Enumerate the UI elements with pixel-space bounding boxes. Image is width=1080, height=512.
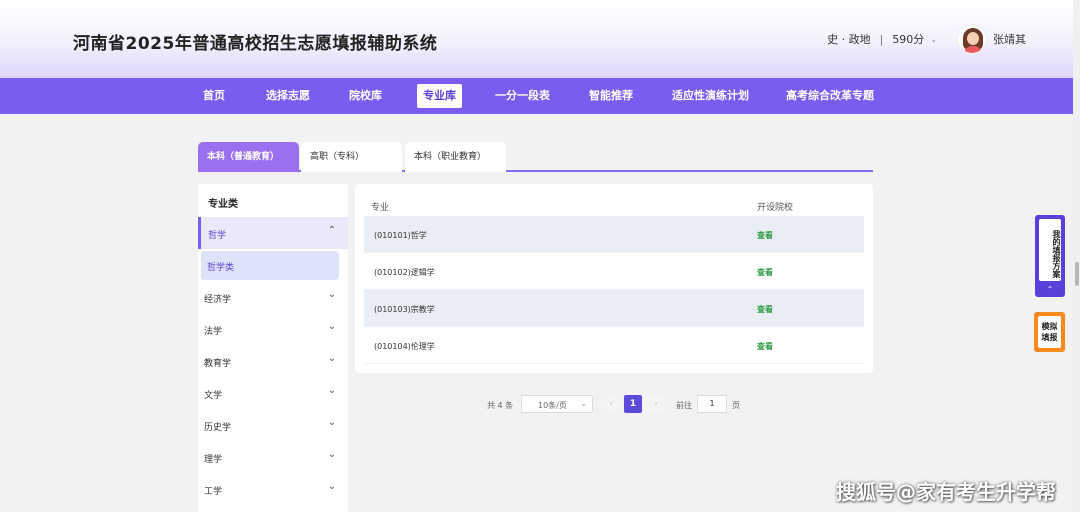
nav-score-table[interactable]: 一分一段表 xyxy=(489,84,556,108)
header: 河南省2025年普通高校招生志愿填报辅助系统 史 · 政地 | 590分 ⌄ 张… xyxy=(0,0,1080,78)
site-title: 河南省2025年普通高校招生志愿填报辅助系统 xyxy=(73,34,438,54)
sidebar-item-philosophy[interactable]: 哲学 ⌃ xyxy=(198,217,348,249)
chevron-up-icon: ⌃ xyxy=(327,225,336,236)
chevron-down-icon[interactable]: ⌄ xyxy=(930,35,937,44)
avatar[interactable] xyxy=(957,24,987,54)
sidebar-item-label: 理学 xyxy=(204,455,223,465)
major-name: (010102)逻辑学 xyxy=(374,268,435,277)
sidebar-item-label: 历史学 xyxy=(204,423,232,433)
chevron-down-icon: ⌄ xyxy=(327,481,336,492)
my-plan-label: 我的填报方案 xyxy=(1039,219,1061,281)
major-category-sidebar: 专业类 哲学 ⌃ 哲学类 经济学 ⌄ 法学 ⌄ 教育学 ⌄ 文学 ⌄ 历史学 ⌄… xyxy=(198,184,348,512)
chevron-down-icon: ⌄ xyxy=(327,321,336,332)
subjects-label: 史 · 政地 xyxy=(827,33,871,46)
sidebar-item-label: 经济学 xyxy=(204,295,232,305)
category-tabs: 本科（普通教育） 高职（专科） 本科（职业教育） xyxy=(198,142,873,172)
nav-college-library[interactable]: 院校库 xyxy=(343,84,388,108)
page-size-select[interactable]: 10条/页 ⌄ xyxy=(521,395,593,413)
major-table-card: 专业 开设院校 (010101)哲学 查看 (010102)逻辑学 查看 (01… xyxy=(355,184,873,373)
chevron-down-icon: ⌄ xyxy=(327,449,336,460)
major-name: (010104)伦理学 xyxy=(374,342,435,351)
nav-reform-topic[interactable]: 高考综合改革专题 xyxy=(780,84,880,108)
sidebar-item-law[interactable]: 法学 ⌄ xyxy=(198,313,348,345)
column-header-schools: 开设院校 xyxy=(757,203,794,213)
sidebar-item-label: 工学 xyxy=(204,487,223,497)
sidebar-subitem-philosophy-class[interactable]: 哲学类 xyxy=(201,251,339,280)
view-schools-link[interactable]: 查看 xyxy=(757,341,773,352)
view-schools-link[interactable]: 查看 xyxy=(757,304,773,315)
nav-home[interactable]: 首页 xyxy=(197,84,231,108)
simulate-fill-label: 模拟 填报 xyxy=(1038,316,1061,348)
simulate-label-line1: 模拟 xyxy=(1041,322,1058,331)
page-number-button[interactable]: 1 xyxy=(624,395,642,413)
table-row: (010102)逻辑学 查看 xyxy=(364,253,864,290)
simulate-label-line2: 填报 xyxy=(1041,333,1058,342)
chevron-left-icon: ‹ xyxy=(609,399,613,409)
simulate-fill-float-button[interactable]: 模拟 填报 xyxy=(1034,312,1065,352)
scrollbar-track[interactable] xyxy=(1073,0,1080,512)
sidebar-subitem-label: 哲学类 xyxy=(207,263,235,273)
chevron-down-icon: ⌄ xyxy=(327,289,336,300)
sidebar-item-economics[interactable]: 经济学 ⌄ xyxy=(198,281,348,313)
sidebar-item-label: 教育学 xyxy=(204,359,232,369)
prev-page-button[interactable]: ‹ xyxy=(602,395,620,413)
chevron-down-icon: ⌄ xyxy=(327,417,336,428)
table-row: (010103)宗教学 查看 xyxy=(364,290,864,327)
table-row: (010104)伦理学 查看 xyxy=(364,327,864,364)
pagination-total: 共 4 条 xyxy=(487,401,514,410)
column-header-major: 专业 xyxy=(371,203,390,213)
table-row: (010101)哲学 查看 xyxy=(364,216,864,253)
score-label: 590分 xyxy=(892,33,925,46)
sidebar-item-science[interactable]: 理学 ⌄ xyxy=(198,441,348,473)
nav-drill-plan[interactable]: 适应性演练计划 xyxy=(666,84,755,108)
my-plan-float-button[interactable]: 我的填报方案 ⌃ xyxy=(1035,215,1065,297)
chevron-up-icon: ⌃ xyxy=(1046,285,1054,294)
table-header: 专业 开设院校 xyxy=(364,194,864,216)
sidebar-item-label: 哲学 xyxy=(208,231,227,241)
watermark: 搜狐号@家有考生升学帮 xyxy=(836,480,1056,504)
chevron-down-icon: ⌄ xyxy=(327,385,336,396)
user-name[interactable]: 张靖其 xyxy=(993,31,1026,47)
scrollbar-thumb[interactable] xyxy=(1075,262,1079,286)
nav-select-volunteer[interactable]: 选择志愿 xyxy=(260,84,316,108)
sidebar-item-education[interactable]: 教育学 ⌄ xyxy=(198,345,348,377)
sidebar-item-history[interactable]: 历史学 ⌄ xyxy=(198,409,348,441)
page-suffix-label: 页 xyxy=(732,401,740,410)
major-name: (010103)宗教学 xyxy=(374,305,435,314)
user-area[interactable]: 史 · 政地 | 590分 ⌄ 张靖其 xyxy=(827,22,1026,56)
page-size-value: 10条/页 xyxy=(538,401,567,410)
tab-undergrad-vocational[interactable]: 本科（职业教育） xyxy=(405,142,506,172)
separator: | xyxy=(879,32,884,46)
main-nav: 首页 选择志愿 院校库 专业库 一分一段表 智能推荐 适应性演练计划 高考综合改… xyxy=(0,78,1080,114)
chevron-right-icon: › xyxy=(654,399,658,409)
sidebar-item-literature[interactable]: 文学 ⌄ xyxy=(198,377,348,409)
sidebar-item-label: 法学 xyxy=(204,327,223,337)
view-schools-link[interactable]: 查看 xyxy=(757,267,773,278)
chevron-down-icon: ⌄ xyxy=(580,399,587,408)
view-schools-link[interactable]: 查看 xyxy=(757,230,773,241)
tab-undergrad-general[interactable]: 本科（普通教育） xyxy=(198,142,299,172)
goto-label: 前往 xyxy=(676,401,692,410)
sidebar-item-label: 文学 xyxy=(204,391,223,401)
sidebar-heading: 专业类 xyxy=(208,199,238,210)
nav-major-library[interactable]: 专业库 xyxy=(417,84,462,108)
sidebar-item-engineering[interactable]: 工学 ⌄ xyxy=(198,473,348,505)
tab-vocational-college[interactable]: 高职（专科） xyxy=(301,142,402,172)
major-name: (010101)哲学 xyxy=(374,231,427,240)
chevron-down-icon: ⌄ xyxy=(327,353,336,364)
next-page-button[interactable]: › xyxy=(647,395,665,413)
goto-page-input[interactable]: 1 xyxy=(697,395,727,413)
nav-smart-recommend[interactable]: 智能推荐 xyxy=(583,84,639,108)
